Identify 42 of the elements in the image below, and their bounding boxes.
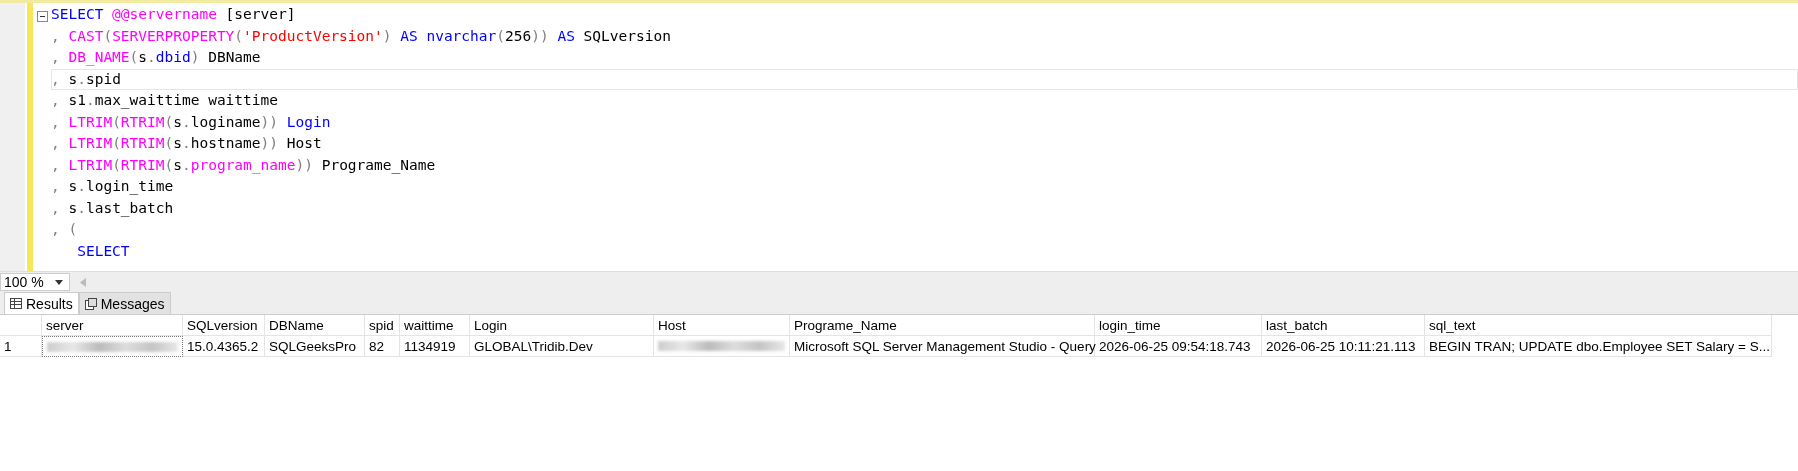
code-line: , LTRIM(RTRIM(s.program_name)) Programe_Name xyxy=(51,155,437,176)
column-header[interactable]: Programe_Name xyxy=(790,315,1095,336)
table-cell: 15.0.4365.2 xyxy=(187,338,259,354)
column-header[interactable]: waittime xyxy=(400,315,470,336)
row-number: 1 xyxy=(0,336,42,357)
code-line: , s.last_batch xyxy=(51,198,175,219)
messages-tab[interactable]: Messages xyxy=(78,292,171,314)
column-header[interactable]: sql_text xyxy=(1425,315,1772,336)
table-cell: 2026-06-25 09:54:18.743 xyxy=(1099,338,1251,354)
table-cell: GLOBAL\Tridib.Dev xyxy=(474,338,593,354)
code-line: , ( xyxy=(51,220,79,239)
code-line: , s.login_time xyxy=(51,177,175,197)
grid-corner[interactable] xyxy=(0,315,42,336)
caret-icon xyxy=(55,279,63,285)
table-cell: BEGIN TRAN; UPDATE dbo.Employee SET Salary = S... xyxy=(1429,338,1770,354)
table-cell: 1134919 xyxy=(404,338,456,354)
code-line: , LTRIM(RTRIM(s.hostname)) Host xyxy=(51,134,323,153)
table-cell: 82 xyxy=(369,338,385,354)
code-line: , s.spid xyxy=(51,68,1798,90)
table-cell: SQLGeeksPro xyxy=(269,338,357,354)
column-header[interactable]: Login xyxy=(470,315,654,336)
code-line: SELECT xyxy=(76,241,131,261)
code-line: , LTRIM(RTRIM(s.loginame)) Login xyxy=(51,112,332,132)
column-header[interactable]: last_batch xyxy=(1262,315,1425,336)
code-line: SELECT @@servername [server] xyxy=(51,5,297,24)
table-cell: 2026-06-25 10:11:21.113 xyxy=(1266,338,1416,354)
messages-icon xyxy=(84,297,97,310)
column-header[interactable]: DBName xyxy=(265,315,365,336)
column-header[interactable]: spid xyxy=(365,315,400,336)
table-cell: Microsoft SQL Server Management Studio - Query xyxy=(794,338,1096,354)
collapse-icon[interactable] xyxy=(37,11,48,22)
column-header[interactable]: Host xyxy=(654,315,790,336)
grid-icon xyxy=(10,298,22,309)
scroll-left-icon[interactable] xyxy=(80,277,86,287)
code-line: , CAST(SERVERPROPERTY('ProductVersion') AS nvarchar(256)) AS SQLversion xyxy=(51,26,672,46)
column-header[interactable]: SQLversion xyxy=(183,315,265,336)
column-header[interactable]: server xyxy=(42,315,183,336)
zoom-dropdown[interactable]: 100 % xyxy=(0,273,70,291)
column-header[interactable]: login_time xyxy=(1095,315,1262,336)
results-tab[interactable]: Results xyxy=(4,292,79,314)
code-line: , DB_NAME(s.dbid) DBName xyxy=(51,48,262,68)
code-line: , s1.max_waittime waittime xyxy=(51,91,279,111)
